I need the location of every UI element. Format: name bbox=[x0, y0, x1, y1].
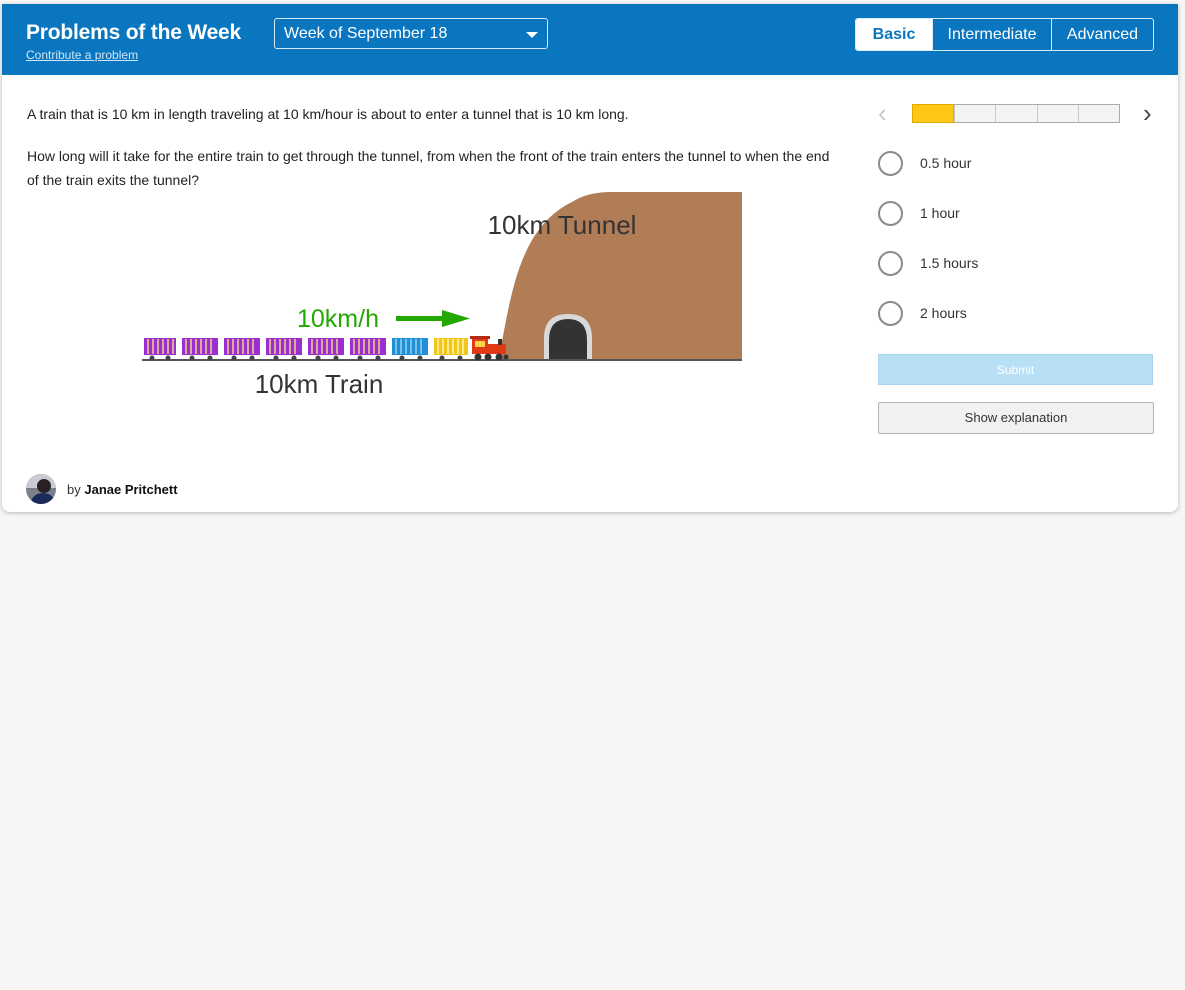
author-name[interactable]: Janae Pritchett bbox=[84, 482, 177, 497]
problem-card: Problems of the Week Contribute a proble… bbox=[2, 4, 1178, 512]
tab-intermediate[interactable]: Intermediate bbox=[932, 19, 1051, 50]
level-tabs: Basic Intermediate Advanced bbox=[855, 18, 1154, 51]
week-select-value: Week of September 18 bbox=[284, 25, 448, 42]
answer-option[interactable]: 1.5 hours bbox=[878, 249, 978, 277]
week-select[interactable]: Week of September 18 bbox=[274, 18, 548, 49]
speed-arrow bbox=[396, 310, 470, 327]
question-prompt: How long will it take for the entire tra… bbox=[27, 148, 830, 188]
answer-label: 2 hours bbox=[920, 305, 967, 321]
answer-option[interactable]: 0.5 hour bbox=[878, 149, 971, 177]
answer-label: 0.5 hour bbox=[920, 155, 972, 171]
tunnel-opening bbox=[549, 319, 587, 360]
train-cars bbox=[144, 338, 468, 361]
answer-label: 1 hour bbox=[920, 205, 960, 221]
answer-label: 1.5 hours bbox=[920, 255, 979, 271]
submit-button[interactable]: Submit bbox=[878, 354, 1153, 385]
chevron-right-icon: › bbox=[1143, 98, 1152, 128]
author-byline: by Janae Pritchett bbox=[26, 474, 178, 504]
header-bar: Problems of the Week Contribute a proble… bbox=[2, 4, 1178, 75]
progress-segment bbox=[995, 105, 1036, 122]
tunnel-label: 10km Tunnel bbox=[488, 210, 637, 240]
author-prefix: by bbox=[67, 481, 81, 497]
train-tunnel-illustration: 10km Tunnel 10km/h 10km Train bbox=[142, 192, 742, 399]
radio-button[interactable] bbox=[878, 300, 903, 326]
chevron-left-icon: ‹ bbox=[878, 98, 887, 128]
show-explanation-button[interactable]: Show explanation bbox=[878, 402, 1154, 434]
progress-segment bbox=[954, 105, 995, 122]
page-title: Problems of the Week bbox=[26, 21, 242, 44]
train-label: 10km Train bbox=[255, 369, 384, 399]
radio-button[interactable] bbox=[878, 250, 903, 276]
answer-option[interactable]: 1 hour bbox=[878, 199, 960, 227]
progress-bar bbox=[912, 104, 1120, 123]
radio-button[interactable] bbox=[878, 200, 903, 226]
author-text: by Janae Pritchett bbox=[67, 482, 178, 497]
progress-segment bbox=[1077, 105, 1119, 122]
radio-button[interactable] bbox=[878, 150, 903, 176]
next-problem-button[interactable]: › bbox=[1143, 100, 1152, 127]
avatar bbox=[26, 474, 56, 504]
speed-label: 10km/h bbox=[297, 305, 379, 333]
progress-segment bbox=[912, 104, 955, 123]
tab-basic[interactable]: Basic bbox=[856, 19, 932, 50]
caret-down-icon bbox=[526, 32, 538, 38]
contribute-link[interactable]: Contribute a problem bbox=[26, 48, 138, 62]
answer-option[interactable]: 2 hours bbox=[878, 299, 967, 327]
progress-segment bbox=[1036, 105, 1078, 122]
prev-problem-button[interactable]: ‹ bbox=[878, 100, 887, 127]
tab-advanced[interactable]: Advanced bbox=[1051, 19, 1153, 50]
question-statement: A train that is 10 km in length travelin… bbox=[27, 106, 629, 122]
